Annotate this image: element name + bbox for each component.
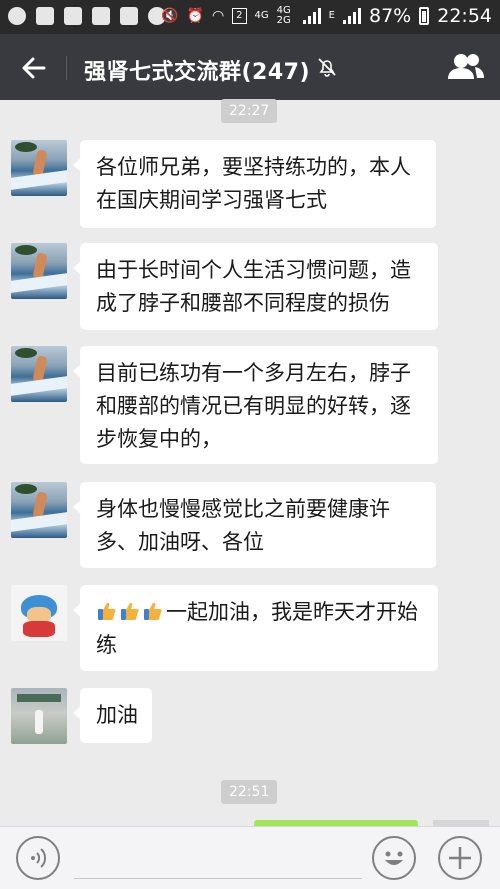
system-icons: 🔇 ⏰ ◠ 2 4G 4G 2G E 87% 22:54 — [161, 5, 492, 27]
message-text: 目前已练功有一个多月左右，脖子和腰部的情况已有明显的好转，逐步恢复中的， — [96, 361, 411, 451]
battery-icon — [419, 7, 430, 25]
avatar[interactable] — [11, 346, 67, 402]
avatar[interactable] — [11, 243, 67, 299]
status-bar: 🔇 ⏰ ◠ 2 4G 4G 2G E 87% 22:54 — [0, 0, 500, 34]
message-bubble[interactable]: 由于长时间个人生活习惯问题，造成了脖子和腰部不同程度的损伤 — [73, 243, 438, 330]
emoji-icon — [385, 851, 403, 865]
mute-status-icon: 🔇 — [161, 8, 179, 24]
avatar[interactable] — [11, 585, 67, 641]
thumbs-up-icon — [98, 602, 116, 620]
notification-icons — [8, 7, 166, 25]
mail-notification-icon — [36, 7, 54, 25]
timestamp: 22:51 — [221, 780, 278, 804]
back-arrow-icon[interactable] — [18, 52, 50, 84]
group-members-icon[interactable] — [446, 51, 486, 83]
clock: 22:54 — [437, 5, 492, 27]
emoji-group — [96, 600, 164, 622]
avatar[interactable] — [11, 482, 67, 538]
voice-icon — [31, 848, 47, 868]
email-notification-icon — [120, 7, 138, 25]
message-text: 身体也慢慢感觉比之前要健康许多、加油呀、各位 — [96, 497, 390, 554]
emoji-button[interactable] — [372, 836, 416, 880]
sim-badge: 2 — [232, 8, 247, 24]
message-text: 各位师兄弟，要坚持练功的，本人在国庆期间学习强肾七式 — [96, 155, 411, 212]
message-bubble[interactable]: 加油 — [73, 688, 152, 743]
app-notification-icon — [92, 7, 110, 25]
chat-header: 强肾七式交流群(247) — [0, 34, 500, 100]
voice-button[interactable] — [16, 836, 60, 880]
chat-title: 强肾七式交流群(247) — [84, 60, 311, 85]
avatar[interactable] — [11, 688, 67, 744]
signal-icon — [302, 8, 321, 24]
network-4g: 4G — [254, 10, 269, 21]
input-bar — [0, 826, 500, 889]
signal-icon-2 — [343, 8, 361, 24]
more-button[interactable] — [438, 836, 482, 880]
gallery-notification-icon — [64, 7, 82, 25]
mute-bell-icon — [318, 58, 336, 77]
network-4g2g: 4G 2G — [276, 5, 291, 26]
alarm-icon: ⏰ — [186, 8, 204, 24]
header-divider — [66, 56, 67, 80]
plus-icon — [449, 847, 471, 869]
thumbs-up-icon — [144, 602, 162, 620]
message-bubble[interactable]: 各位师兄弟，要坚持练功的，本人在国庆期间学习强肾七式 — [73, 140, 436, 228]
message-bubble[interactable]: 一起加油，我是昨天才开始练 — [73, 585, 438, 671]
message-input[interactable] — [74, 878, 362, 879]
message-bubble[interactable]: 身体也慢慢感觉比之前要健康许多、加油呀、各位 — [73, 482, 436, 568]
timestamp: 22:27 — [221, 99, 278, 123]
network-edge: E — [328, 10, 335, 21]
message-text: 由于长时间个人生活习惯问题，造成了脖子和腰部不同程度的损伤 — [96, 258, 411, 315]
thumbs-up-icon — [121, 602, 139, 620]
wifi-icon: ◠ — [211, 8, 225, 24]
chat-notification-icon — [8, 7, 26, 25]
avatar[interactable] — [11, 140, 67, 196]
message-bubble[interactable]: 目前已练功有一个多月左右，脖子和腰部的情况已有明显的好转，逐步恢复中的， — [73, 346, 438, 464]
battery-percent: 87% — [369, 5, 412, 27]
message-text: 加油 — [96, 703, 138, 727]
